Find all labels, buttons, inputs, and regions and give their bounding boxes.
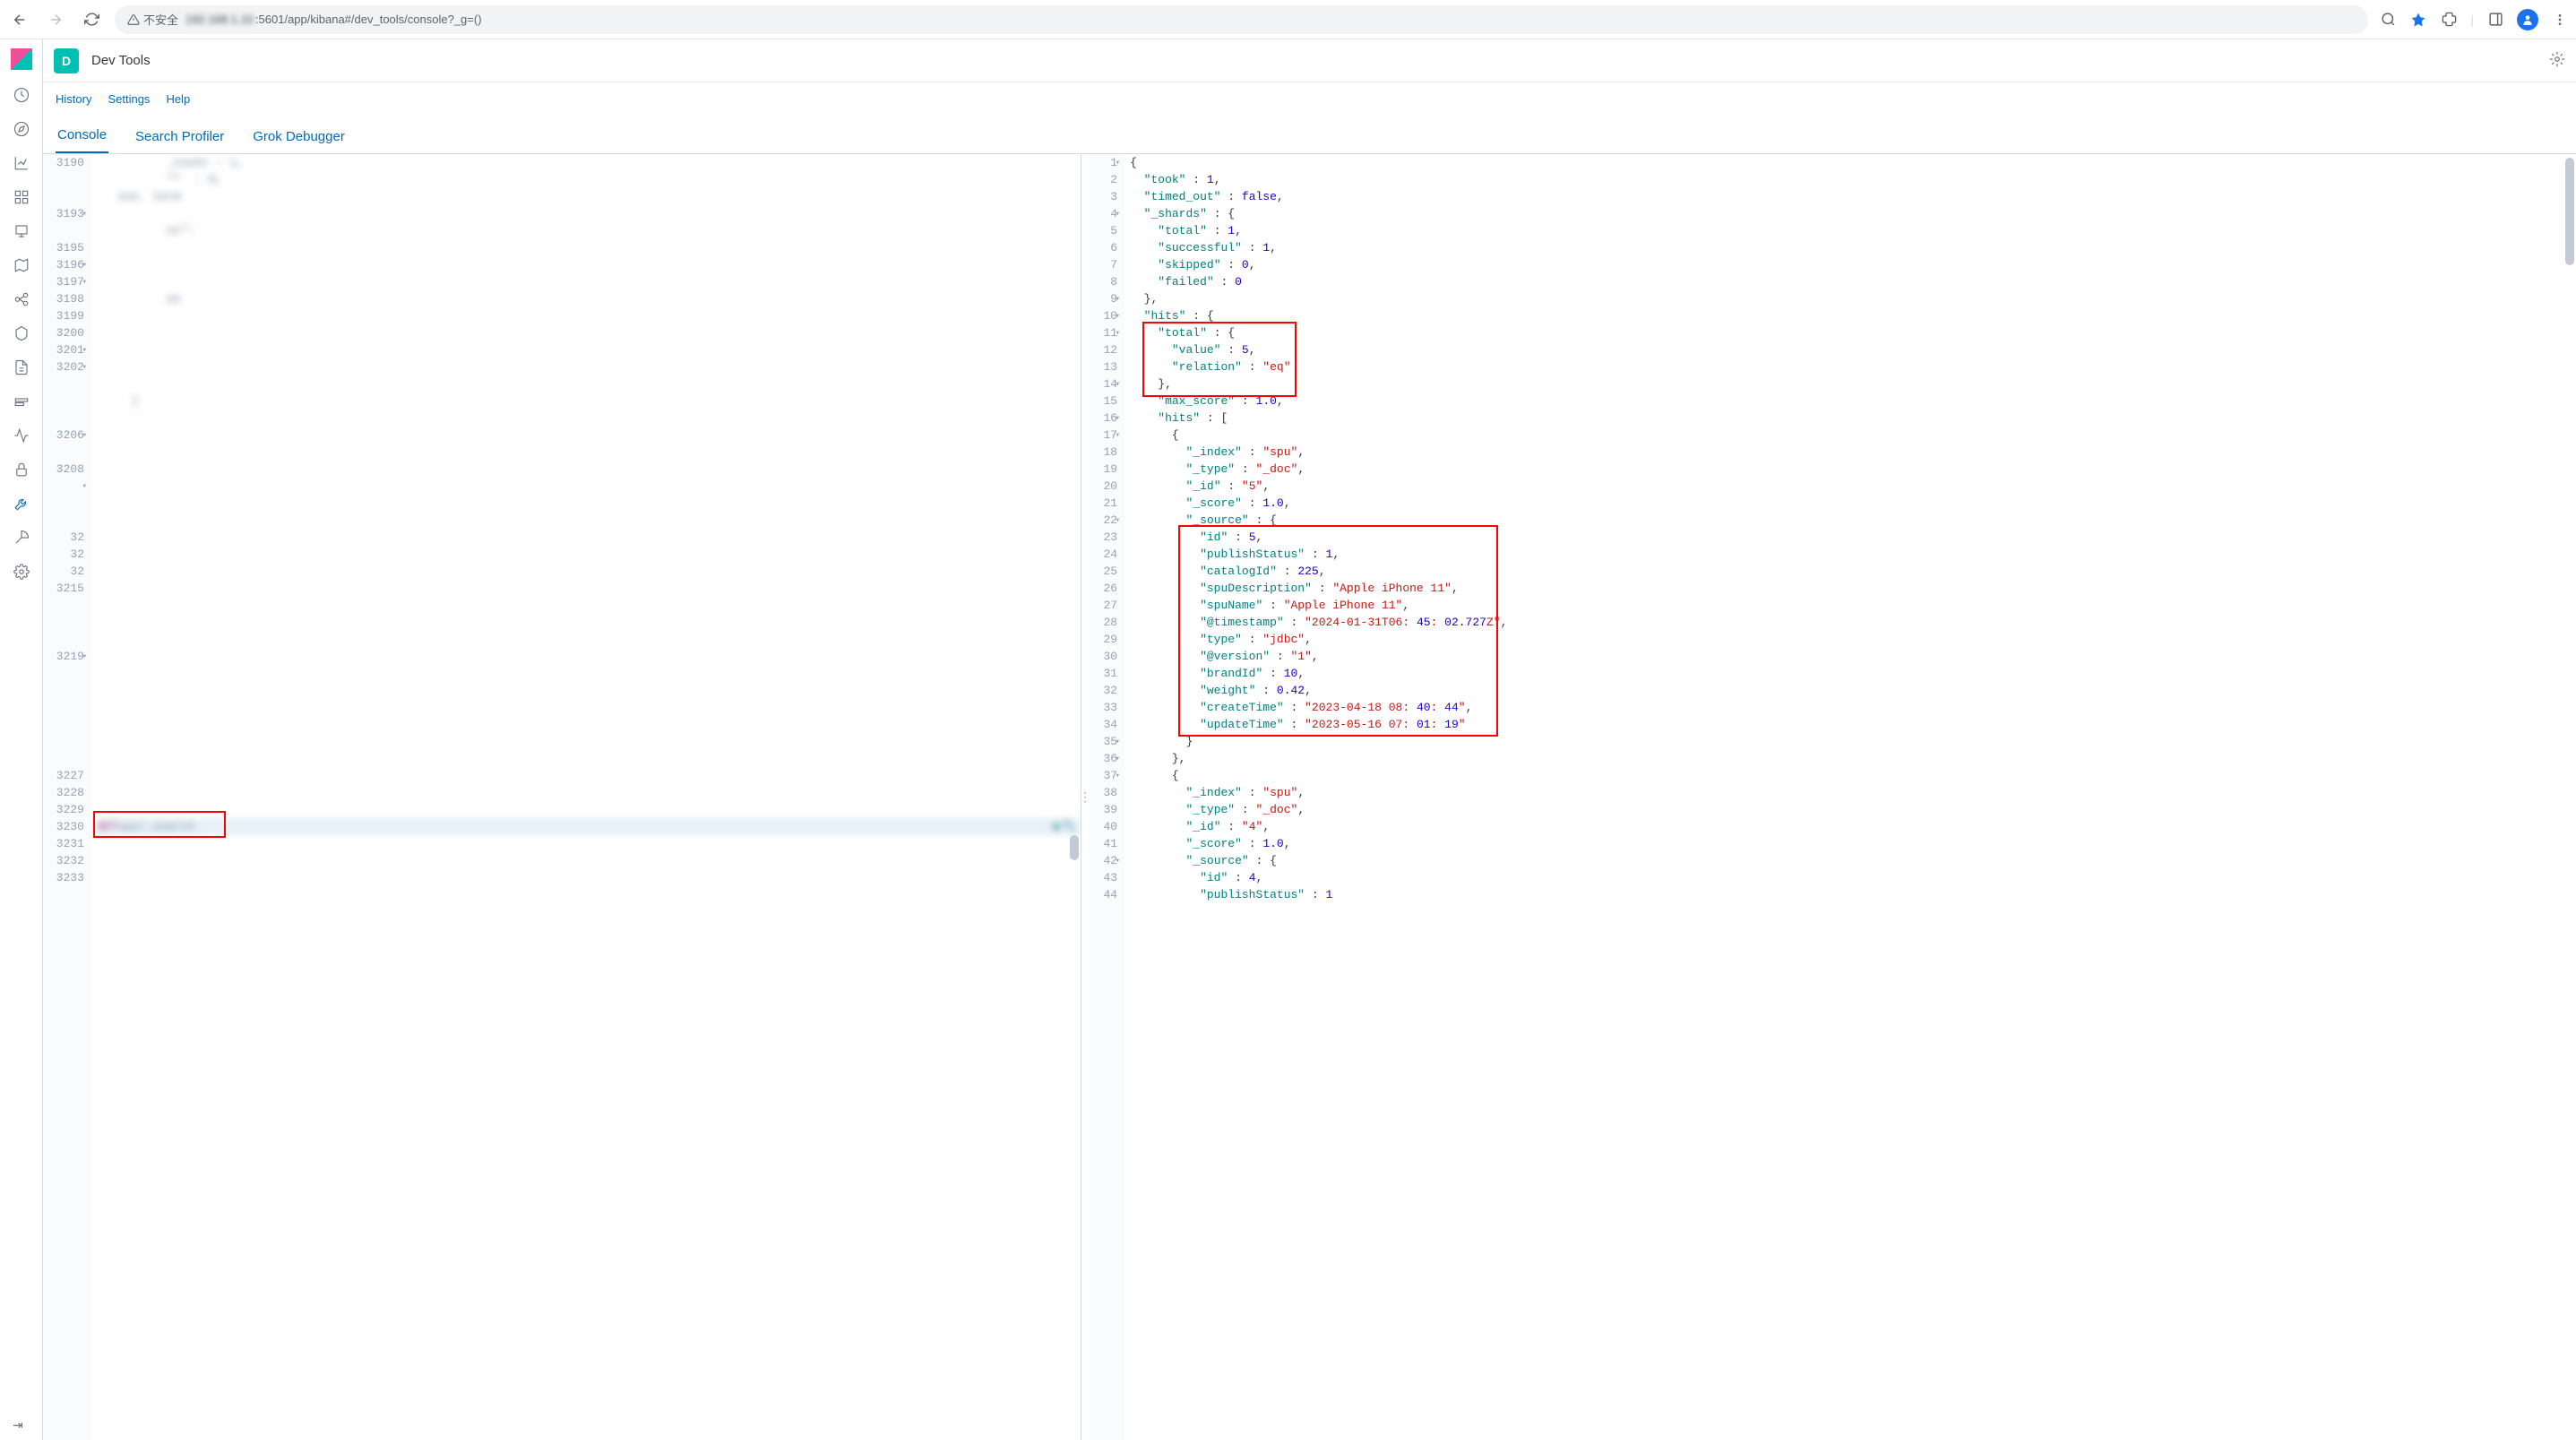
console-editor: 3190319331953196319731983199320032013202…	[43, 154, 2576, 1440]
profile-avatar[interactable]	[2517, 9, 2538, 30]
side-nav: ⇥	[0, 39, 43, 1440]
tab-search-profiler[interactable]: Search Profiler	[134, 120, 226, 153]
dev-tools-icon[interactable]	[13, 495, 30, 513]
tab-grok-debugger[interactable]: Grok Debugger	[251, 120, 347, 153]
management-icon[interactable]	[13, 563, 30, 581]
response-scrollbar[interactable]	[2565, 158, 2574, 265]
header-gear-icon[interactable]	[2549, 51, 2565, 70]
url-host-blurred: 192.168.1.10	[185, 13, 254, 26]
metrics-icon[interactable]	[13, 324, 30, 342]
kebab-menu-icon[interactable]	[2551, 11, 2569, 29]
logs-icon[interactable]	[13, 358, 30, 376]
history-link[interactable]: History	[56, 92, 91, 106]
visualize-icon[interactable]	[13, 154, 30, 172]
monitoring-icon[interactable]	[13, 529, 30, 547]
recent-icon[interactable]	[13, 86, 30, 104]
main-area: D Dev Tools History Settings Help Consol…	[43, 39, 2576, 1440]
settings-link[interactable]: Settings	[108, 92, 150, 106]
chrome-actions: |	[2379, 9, 2569, 30]
browser-chrome: 不安全 192.168.1.10 :5601/app/kibana#/dev_t…	[0, 0, 2576, 39]
run-request-icon[interactable]: ▶	[1054, 818, 1061, 835]
response-code: { "took" : 1, "timed_out" : false, "_sha…	[1124, 154, 2576, 1440]
tab-row: Console Search Profiler Grok Debugger	[43, 115, 2576, 154]
request-scrollbar[interactable]	[1070, 835, 1079, 860]
siem-icon[interactable]	[13, 461, 30, 479]
header-bar: D Dev Tools	[43, 39, 2576, 82]
kibana-app: ⇥ D Dev Tools History Settings Help Cons…	[0, 39, 2576, 1440]
request-options-icon[interactable]: 🔧	[1063, 818, 1077, 835]
reload-button[interactable]	[79, 7, 104, 32]
uptime-icon[interactable]	[13, 427, 30, 444]
request-pane[interactable]: 3190319331953196319731983199320032013202…	[43, 154, 1081, 1440]
response-pane[interactable]: 1234567891011121314151617181920212223242…	[1089, 154, 2576, 1440]
help-link[interactable]: Help	[166, 92, 190, 106]
apm-icon[interactable]	[13, 392, 30, 410]
discover-icon[interactable]	[13, 120, 30, 138]
collapse-toggle-icon[interactable]: ⇥	[13, 1418, 23, 1433]
link-row: History Settings Help	[43, 82, 2576, 115]
request-code[interactable]: _count : 1, "" : 0, sno. term nt": as }G…	[91, 154, 1081, 1440]
back-button[interactable]	[7, 7, 32, 32]
canvas-icon[interactable]	[13, 222, 30, 240]
maps-icon[interactable]	[13, 256, 30, 274]
space-badge[interactable]: D	[54, 48, 79, 73]
zoom-icon[interactable]	[2379, 11, 2397, 29]
request-gutter: 3190319331953196319731983199320032013202…	[43, 154, 91, 1440]
address-bar[interactable]: 不安全 192.168.1.10 :5601/app/kibana#/dev_t…	[115, 5, 2368, 34]
app-title: Dev Tools	[91, 53, 151, 68]
dashboard-icon[interactable]	[13, 188, 30, 206]
ml-icon[interactable]	[13, 290, 30, 308]
security-indicator: 不安全	[127, 11, 178, 28]
kibana-logo[interactable]	[11, 48, 32, 70]
forward-button[interactable]	[43, 7, 68, 32]
response-gutter: 1234567891011121314151617181920212223242…	[1089, 154, 1124, 1440]
panel-icon[interactable]	[2486, 11, 2504, 29]
extensions-icon[interactable]	[2440, 11, 2458, 29]
tab-console[interactable]: Console	[56, 118, 108, 153]
split-handle[interactable]: ⋮	[1081, 154, 1089, 1440]
security-label: 不安全	[143, 11, 178, 28]
url-path: :5601/app/kibana#/dev_tools/console?_g=(…	[255, 13, 482, 26]
bookmark-star-icon[interactable]	[2409, 11, 2427, 29]
